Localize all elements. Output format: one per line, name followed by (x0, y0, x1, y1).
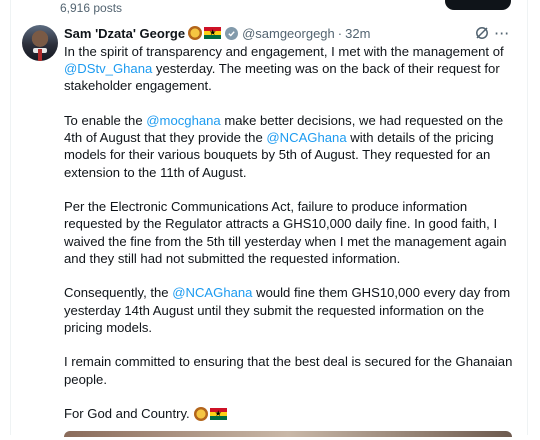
mention-ncaghana[interactable]: @NCAGhana (172, 285, 252, 300)
top-action-button[interactable] (445, 0, 511, 10)
author-handle[interactable]: @samgeorgegh (242, 26, 335, 41)
mention-dstv-ghana[interactable]: @DStv_Ghana (64, 61, 152, 76)
avatar[interactable] (22, 25, 58, 61)
text-run: Consequently, the (64, 285, 173, 301)
ghana-flag-icon (204, 27, 222, 39)
tweet-header: Sam 'Dzata' George @samgeorgegh · 32m (64, 25, 370, 41)
name-emojis (188, 26, 222, 40)
lion-emoji-icon (193, 406, 208, 421)
author-name[interactable]: Sam 'Dzata' George (64, 26, 185, 41)
tweet-paragraph-4: Consequently, the @NCAGhana would fine t… (64, 284, 516, 336)
tweet-time[interactable]: 32m (345, 26, 370, 41)
mention-ncaghana[interactable]: @NCAGhana (266, 130, 346, 145)
tweet-paragraph-1: In the spirit of transparency and engage… (64, 43, 516, 95)
more-options-icon[interactable]: ··· (494, 24, 509, 43)
avatar-tie (38, 49, 42, 61)
signoff-emojis (193, 406, 227, 421)
tweet-text: In the spirit of transparency and engage… (64, 43, 516, 440)
verified-badge-icon[interactable] (225, 26, 239, 40)
grok-icon[interactable] (474, 25, 490, 41)
post-count: 6,916 posts (60, 1, 123, 15)
tweet-paragraph-3: Per the Electronic Communications Act, f… (64, 199, 507, 266)
attached-media[interactable] (64, 431, 512, 437)
text-run: In the spirit of transparency and engage… (64, 44, 504, 59)
tweet-paragraph-6: For God and Country. (64, 405, 516, 422)
tweet-paragraph-2: To enable the @mocghana make better deci… (64, 112, 516, 181)
lion-emoji-icon (188, 26, 203, 40)
separator-dot: · (337, 25, 343, 41)
mention-mocghana[interactable]: @mocghana (146, 113, 220, 128)
tweet-paragraph-5: I remain committed to ensuring that the … (64, 354, 513, 387)
text-run: To enable the (64, 113, 147, 128)
ghana-flag-icon (209, 407, 227, 420)
signoff-text: For God and Country. (64, 406, 190, 422)
